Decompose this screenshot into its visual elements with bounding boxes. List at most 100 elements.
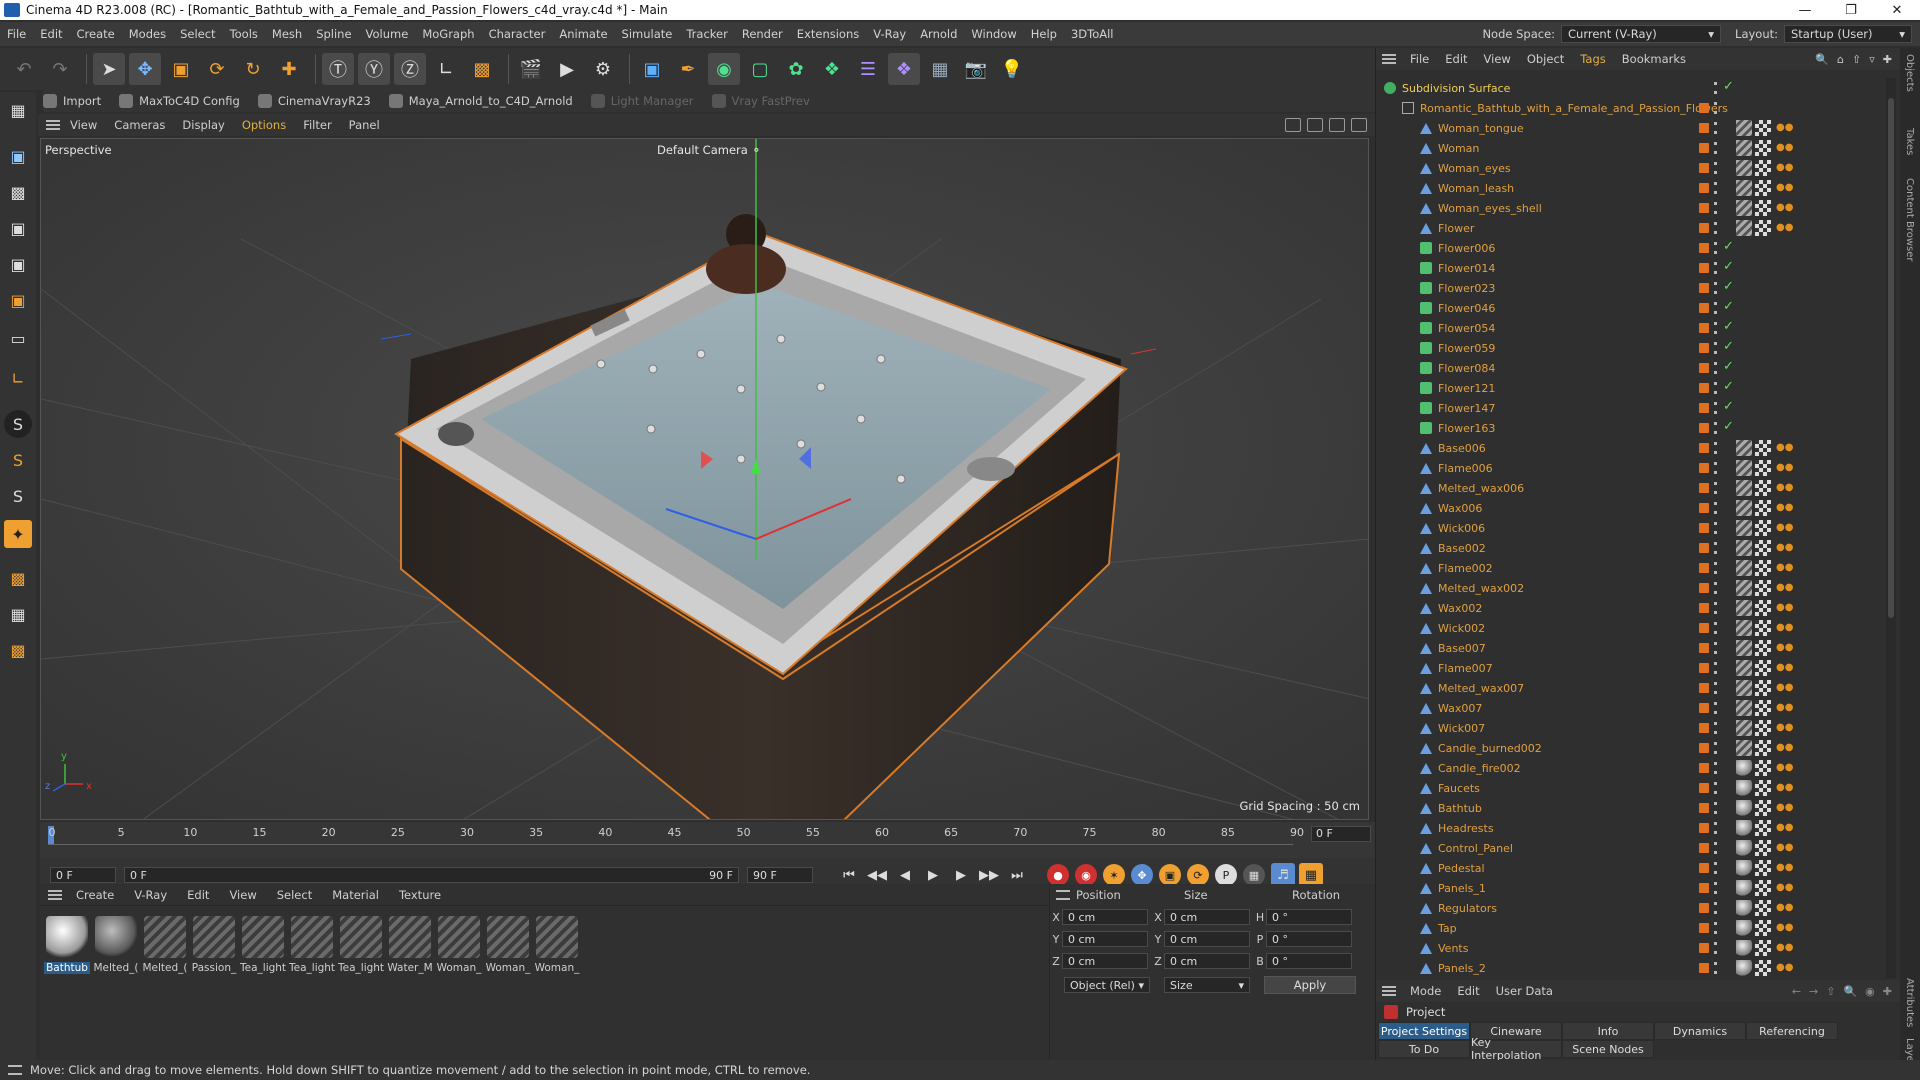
phong-tag-icon[interactable]: ●● (1776, 482, 1793, 493)
material-swatch[interactable]: Woman_ (436, 916, 482, 974)
move-view-icon[interactable] (1285, 118, 1301, 132)
texture-tag-icon[interactable] (1755, 460, 1771, 476)
filter-icon[interactable]: ▿ (1869, 53, 1875, 66)
menu-mesh[interactable]: Mesh (265, 27, 309, 41)
object-row[interactable]: Flower006 ✓ (1376, 238, 1884, 258)
viewport-menu-display[interactable]: Display (182, 118, 224, 132)
status-menu-icon[interactable] (8, 1065, 22, 1075)
record-keys-icon[interactable]: ● (1047, 864, 1069, 886)
texture-tag-icon[interactable] (1755, 620, 1771, 636)
object-row[interactable]: Flower163 ✓ (1376, 418, 1884, 438)
menu-volume[interactable]: Volume (359, 27, 416, 41)
material-tag-icon[interactable] (1736, 660, 1752, 676)
model-mode-icon[interactable]: ▣ (4, 142, 32, 170)
material-tag-icon[interactable] (1736, 720, 1752, 736)
material-sphere-tag-icon[interactable] (1736, 960, 1752, 976)
visibility-dots-icon[interactable] (1714, 602, 1717, 614)
texture-tag-icon[interactable] (1755, 700, 1771, 716)
tab-scene-nodes[interactable]: Scene Nodes (1562, 1040, 1654, 1058)
object-row[interactable]: Faucets ●● (1376, 778, 1884, 798)
redo-icon[interactable]: ↷ (44, 53, 76, 85)
object-row[interactable]: Flower054 ✓ (1376, 318, 1884, 338)
menu-edit[interactable]: Edit (33, 27, 69, 41)
material-menu-material[interactable]: Material (332, 888, 379, 902)
visibility-dots-icon[interactable] (1714, 442, 1717, 454)
key-pla-icon[interactable]: ▦ (1243, 864, 1265, 886)
visibility-dots-icon[interactable] (1714, 402, 1717, 414)
side-tab-objects[interactable]: Objects (1904, 54, 1915, 92)
object-row[interactable]: Wax007 ●● (1376, 698, 1884, 718)
visibility-dots-icon[interactable] (1714, 562, 1717, 574)
object-row[interactable]: Panels_1 ●● (1376, 878, 1884, 898)
visibility-dots-icon[interactable] (1714, 722, 1717, 734)
menu-select[interactable]: Select (173, 27, 222, 41)
tab-project-settings[interactable]: Project Settings (1378, 1022, 1470, 1040)
side-tab-takes[interactable]: Takes (1904, 128, 1915, 155)
layer-color-swatch[interactable] (1699, 363, 1709, 373)
visibility-dots-icon[interactable] (1714, 622, 1717, 634)
attribute-menu-edit[interactable]: Edit (1457, 984, 1479, 998)
points-mode-icon[interactable]: ▣ (4, 214, 32, 242)
x-axis-lock-icon[interactable]: Ⓣ (322, 53, 354, 85)
phong-tag-icon[interactable]: ●● (1776, 222, 1793, 233)
texture-tag-icon[interactable] (1755, 160, 1771, 176)
snap-settings-icon[interactable]: S (4, 446, 32, 474)
phong-tag-icon[interactable]: ●● (1776, 162, 1793, 173)
enabled-check-icon[interactable]: ✓ (1723, 419, 1734, 434)
layer-color-swatch[interactable] (1699, 843, 1709, 853)
object-row[interactable]: Melted_wax002 ●● (1376, 578, 1884, 598)
visibility-dots-icon[interactable] (1714, 82, 1717, 94)
phong-tag-icon[interactable]: ●● (1776, 182, 1793, 193)
menu-modes[interactable]: Modes (122, 27, 173, 41)
material-menu-texture[interactable]: Texture (399, 888, 441, 902)
menu-arnold[interactable]: Arnold (913, 27, 964, 41)
texture-tag-icon[interactable] (1755, 840, 1771, 856)
texture-tag-icon[interactable] (1755, 880, 1771, 896)
new-window-icon[interactable]: ✚ (1883, 985, 1892, 998)
side-tab-attributes[interactable]: Attributes (1904, 978, 1915, 1027)
texture-tag-icon[interactable] (1755, 760, 1771, 776)
layer-color-swatch[interactable] (1699, 863, 1709, 873)
visibility-dots-icon[interactable] (1714, 342, 1717, 354)
polygons-mode-icon[interactable]: ▣ (4, 286, 32, 314)
apply-button[interactable]: Apply (1264, 976, 1356, 994)
side-tab-content-browser[interactable]: Content Browser (1904, 178, 1915, 261)
object-row[interactable]: Woman_tongue ●● (1376, 118, 1884, 138)
object-row[interactable]: Woman ●● (1376, 138, 1884, 158)
tab-dynamics[interactable]: Dynamics (1654, 1022, 1746, 1040)
material-tag-icon[interactable] (1736, 680, 1752, 696)
layer-color-swatch[interactable] (1699, 503, 1709, 513)
layer-color-swatch[interactable] (1699, 903, 1709, 913)
make-editable-icon[interactable]: ▦ (4, 96, 32, 124)
visibility-dots-icon[interactable] (1714, 882, 1717, 894)
enabled-check-icon[interactable]: ✓ (1723, 359, 1734, 374)
object-row[interactable]: Headrests ●● (1376, 818, 1884, 838)
menu-help[interactable]: Help (1024, 27, 1064, 41)
search-icon[interactable]: 🔍 (1815, 53, 1829, 66)
material-tag-icon[interactable] (1736, 640, 1752, 656)
visibility-dots-icon[interactable] (1714, 862, 1717, 874)
phong-tag-icon[interactable]: ●● (1776, 142, 1793, 153)
layer-color-swatch[interactable] (1699, 963, 1709, 973)
layer-color-swatch[interactable] (1699, 883, 1709, 893)
visibility-dots-icon[interactable] (1714, 322, 1717, 334)
timeline-ruler[interactable]: 0 F 0 5 10 15 20 25 30 35 40 45 50 55 60 65 70 75 80 85 90 (40, 822, 1375, 858)
object-row[interactable]: Woman_leash ●● (1376, 178, 1884, 198)
object-row[interactable]: Tap ●● (1376, 918, 1884, 938)
size-x-field[interactable]: 0 cm (1164, 909, 1250, 925)
phong-tag-icon[interactable]: ●● (1776, 642, 1793, 653)
object-menu-object[interactable]: Object (1527, 52, 1564, 66)
restore-icon[interactable]: ❐ (1828, 3, 1874, 18)
texture-tag-icon[interactable] (1755, 740, 1771, 756)
material-tag-icon[interactable] (1736, 580, 1752, 596)
layer-color-swatch[interactable] (1699, 823, 1709, 833)
material-menu-edit[interactable]: Edit (187, 888, 209, 902)
mograph-icon[interactable]: ❖ (816, 53, 848, 85)
object-row[interactable]: Woman_eyes_shell ●● (1376, 198, 1884, 218)
material-sphere-tag-icon[interactable] (1736, 860, 1752, 876)
visibility-dots-icon[interactable] (1714, 962, 1717, 974)
object-row[interactable]: Melted_wax006 ●● (1376, 478, 1884, 498)
add-icon[interactable]: ✚ (273, 53, 305, 85)
object-row[interactable]: Flower014 ✓ (1376, 258, 1884, 278)
visibility-dots-icon[interactable] (1714, 302, 1717, 314)
